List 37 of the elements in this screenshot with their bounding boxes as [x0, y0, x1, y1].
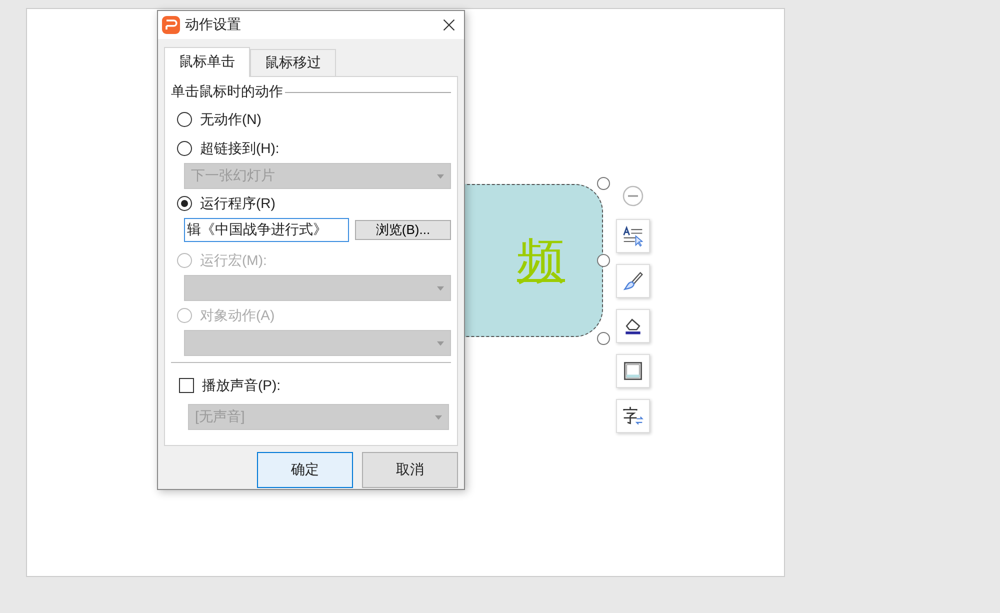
caret-icon: [437, 286, 444, 290]
cancel-button[interactable]: 取消: [362, 452, 458, 488]
caret-icon: [437, 340, 444, 346]
fill-button[interactable]: [616, 309, 650, 343]
close-icon[interactable]: [442, 18, 456, 32]
caret-icon: [437, 174, 444, 178]
group-title: 单击鼠标时的动作: [171, 83, 283, 101]
character-swap-icon: [622, 405, 644, 427]
app-logo-icon: [162, 16, 180, 34]
radio-label: 运行程序(R): [200, 194, 276, 212]
program-path-field[interactable]: 辑《中国战争进行式》: [184, 218, 349, 242]
collapse-icon[interactable]: [622, 185, 644, 207]
border-square-icon: [622, 360, 644, 382]
ok-button[interactable]: 确定: [257, 452, 353, 488]
radio-label: 对象动作(A): [200, 306, 275, 324]
radio-button[interactable]: [177, 141, 192, 156]
text-cursor-icon: [622, 225, 644, 247]
resize-handle[interactable]: [597, 254, 610, 267]
browse-button[interactable]: 浏览(B)...: [355, 220, 451, 240]
radio-label: 超链接到(H):: [200, 140, 280, 158]
brush-button[interactable]: [616, 264, 650, 298]
radio-button[interactable]: [177, 196, 192, 211]
tab[interactable]: 鼠标单击: [164, 47, 250, 77]
text-convert-button[interactable]: [616, 399, 650, 433]
radio-label: 运行宏(M):: [200, 252, 267, 270]
checkbox-label: 播放声音(P):: [202, 376, 281, 394]
radio-button[interactable]: [177, 112, 192, 127]
resize-handle[interactable]: [597, 177, 610, 190]
shape-text: 频: [517, 232, 565, 290]
tab[interactable]: 鼠标移过: [250, 49, 336, 76]
radio-label: 无动作(N): [200, 110, 262, 128]
brush-icon: [622, 270, 644, 292]
text-style-button[interactable]: [616, 219, 650, 253]
dialog-title: 动作设置: [185, 16, 242, 34]
outline-button[interactable]: [616, 354, 650, 388]
caret-icon: [435, 414, 442, 420]
resize-handle[interactable]: [597, 332, 610, 345]
